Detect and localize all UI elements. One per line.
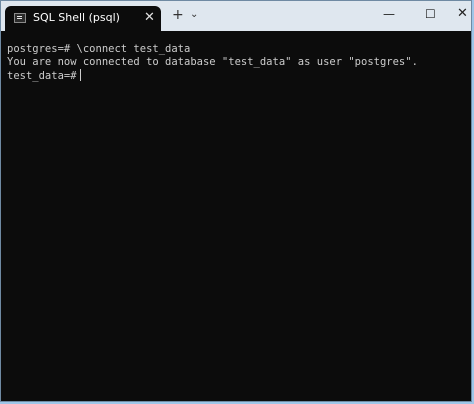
tab-close-icon[interactable]: ✕ (144, 10, 155, 25)
maximize-button[interactable]: ☐ (425, 6, 436, 22)
terminal-window: SQL Shell (psql) ✕ + ⌄ — ☐ ✕ postgres=# … (0, 0, 472, 402)
title-bar[interactable]: SQL Shell (psql) ✕ + ⌄ — ☐ ✕ (1, 1, 471, 31)
terminal-icon (14, 13, 26, 23)
tab-sql-shell[interactable]: SQL Shell (psql) ✕ (5, 6, 161, 31)
chevron-down-icon[interactable]: ⌄ (190, 10, 198, 20)
terminal-line: postgres=# \connect test_data (7, 43, 191, 55)
prompt: test_data=# (7, 70, 77, 82)
text-cursor (79, 69, 81, 81)
new-tab-button[interactable]: + (172, 8, 184, 22)
tab-title: SQL Shell (psql) (33, 11, 120, 24)
terminal-line: You are now connected to database "test_… (7, 56, 418, 68)
close-button[interactable]: ✕ (457, 6, 468, 22)
terminal-prompt-line[interactable]: test_data=# (7, 69, 471, 83)
minimize-button[interactable]: — (383, 6, 395, 22)
terminal-output[interactable]: postgres=# \connect test_data You are no… (1, 31, 471, 401)
